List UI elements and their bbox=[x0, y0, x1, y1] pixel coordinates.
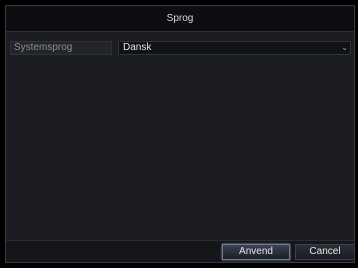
dialog-footer: Anvend Cancel bbox=[6, 240, 354, 262]
chevron-down-icon[interactable]: ⌄ bbox=[341, 42, 348, 54]
dialog-title: Sprog bbox=[166, 13, 194, 24]
language-dialog: Sprog Systemsprog Dansk ⌄ Anvend Cancel bbox=[5, 5, 355, 263]
system-language-label: Systemsprog bbox=[10, 41, 112, 55]
system-language-row: Systemsprog Dansk ⌄ bbox=[10, 41, 351, 55]
system-language-select[interactable]: Dansk ⌄ bbox=[118, 41, 351, 55]
cancel-button[interactable]: Cancel bbox=[295, 244, 354, 260]
system-language-value: Dansk bbox=[123, 42, 152, 53]
apply-button[interactable]: Anvend bbox=[222, 244, 290, 260]
dialog-titlebar: Sprog bbox=[6, 6, 354, 32]
dialog-content bbox=[6, 32, 354, 241]
